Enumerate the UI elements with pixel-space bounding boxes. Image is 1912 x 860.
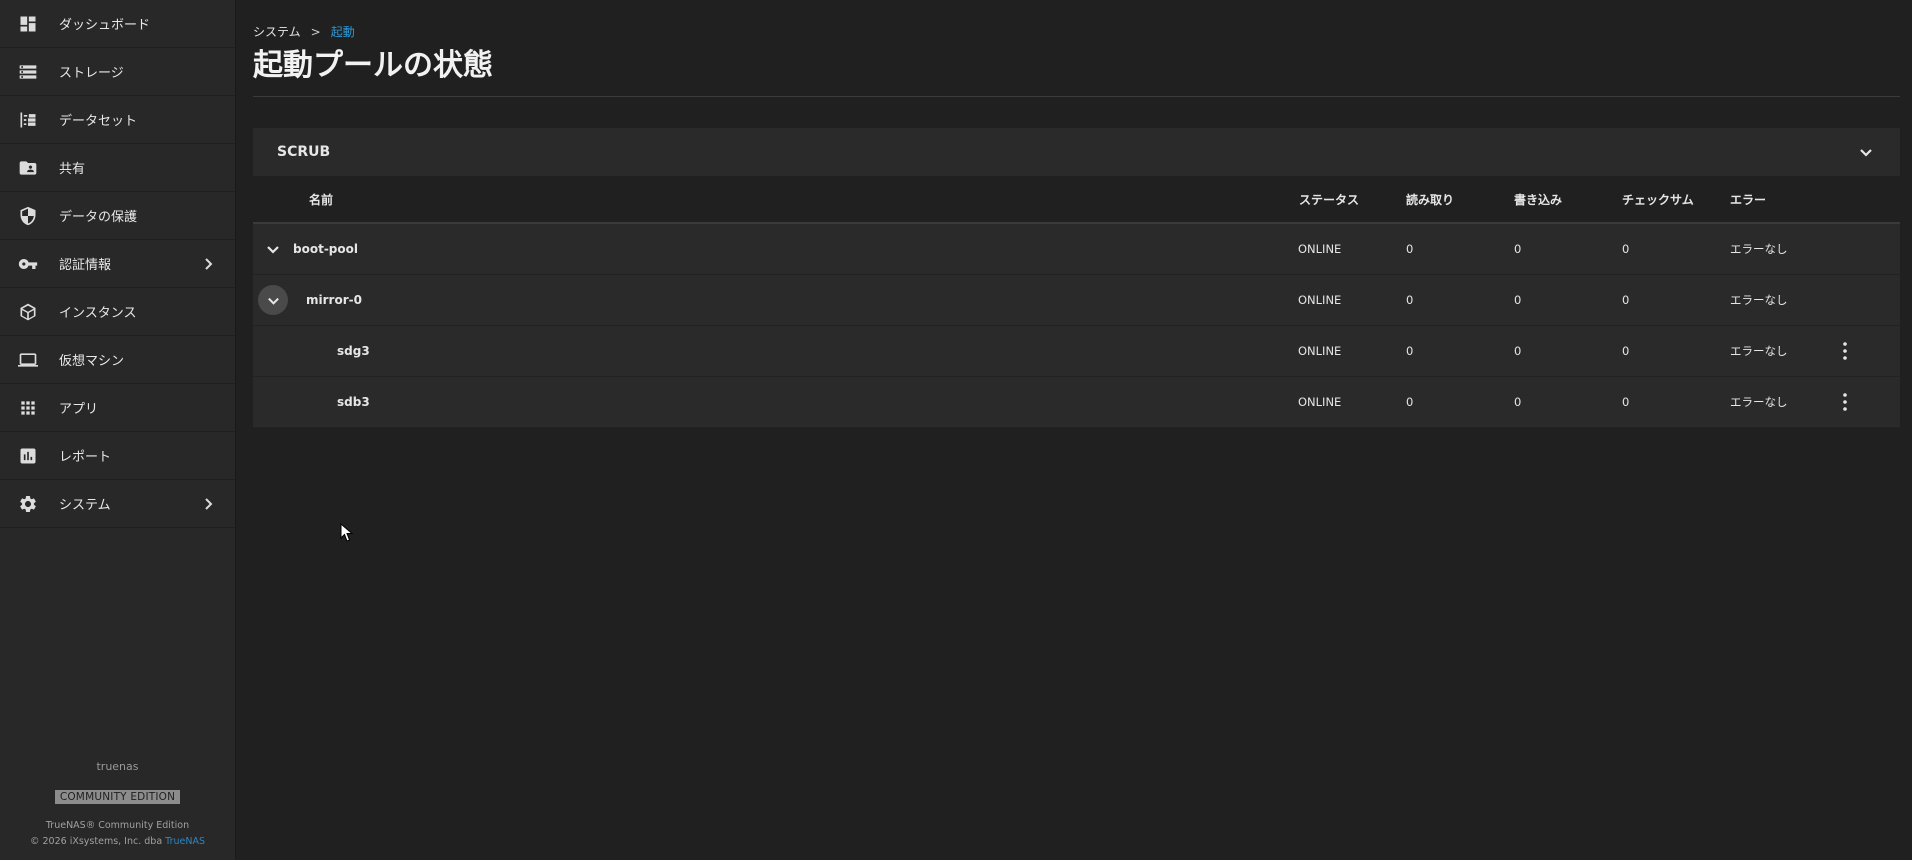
table-row[interactable]: mirror-0 ONLINE 0 0 0 エラーなし [253,275,1900,326]
chevron-down-icon[interactable] [265,241,281,257]
row-write: 0 [1514,242,1522,256]
chevron-right-icon [201,497,215,511]
row-read: 0 [1406,395,1414,409]
cube-icon [17,301,39,323]
row-name: sdg3 [337,344,370,358]
main-content: システム > 起動 起動プールの状態 SCRUB 名前 ステータス 読み取り 書… [237,0,1912,860]
apps-grid-icon [17,397,39,419]
breadcrumb-separator: > [310,24,321,39]
dashboard-icon [17,13,39,35]
breadcrumb-current[interactable]: 起動 [331,23,355,40]
row-checksum: 0 [1622,395,1630,409]
row-read: 0 [1406,344,1414,358]
table-row[interactable]: sdg3 ONLINE 0 0 0 エラーなし [253,326,1900,377]
sidebar-item-shares[interactable]: 共有 [0,144,235,192]
shield-icon [17,205,39,227]
copyright: © 2026 iXsystems, Inc. dba TrueNAS [0,834,235,850]
breadcrumb-parent[interactable]: システム [253,23,301,40]
row-read: 0 [1406,293,1414,307]
shares-icon [17,157,39,179]
title-divider [253,96,1900,97]
sidebar-item-label: システム [59,498,111,513]
sidebar-item-label: アプリ [59,402,99,417]
sidebar-item-label: 認証情報 [59,258,112,273]
breadcrumb: システム > 起動 [253,23,355,40]
row-write: 0 [1514,395,1522,409]
column-header-checksum: チェックサム [1622,192,1694,207]
sidebar-item-label: データの保護 [59,210,138,225]
chevron-down-icon[interactable] [1858,144,1874,160]
sidebar-item-label: データセット [59,114,138,129]
edition-badge: COMMUNITY EDITION [54,790,181,804]
page-title: 起動プールの状態 [253,48,493,83]
sidebar-item-reports[interactable]: レポート [0,432,235,480]
table-row[interactable]: boot-pool ONLINE 0 0 0 エラーなし [253,224,1900,275]
sidebar-item-label: インスタンス [59,306,137,321]
sidebar-item-instances[interactable]: インスタンス [0,288,235,336]
sidebar-item-label: ダッシュボード [59,18,151,33]
row-write: 0 [1514,293,1522,307]
boot-pool-table: 名前 ステータス 読み取り 書き込み チェックサム エラー boot-pool … [253,176,1900,428]
row-name-cell: boot-pool [265,241,358,257]
more-vert-icon[interactable] [1835,390,1855,414]
sidebar-item-label: 共有 [59,162,86,177]
sidebar-item-datasets[interactable]: データセット [0,96,235,144]
row-error: エラーなし [1730,344,1788,358]
table-row[interactable]: sdb3 ONLINE 0 0 0 エラーなし [253,377,1900,428]
copyright-text: © 2026 iXsystems, Inc. dba [29,836,166,847]
chevron-right-icon [201,257,215,271]
column-header-read: 読み取り [1406,192,1455,207]
row-name: sdb3 [337,395,370,409]
storage-icon [17,61,39,83]
row-status: ONLINE [1298,242,1342,256]
sidebar-item-apps[interactable]: アプリ [0,384,235,432]
datasets-icon [17,109,39,131]
sidebar-item-storage[interactable]: ストレージ [0,48,235,96]
sidebar-footer: truenas COMMUNITY EDITION TrueNAS® Commu… [0,760,235,850]
hostname: truenas [96,760,139,773]
table-header: 名前 ステータス 読み取り 書き込み チェックサム エラー [253,176,1900,224]
sidebar-item-credentials[interactable]: 認証情報 [0,240,235,288]
sidebar-item-virtual-machines[interactable]: 仮想マシン [0,336,235,384]
sidebar-item-label: ストレージ [59,66,124,81]
column-header-name: 名前 [309,192,334,207]
product-name: TrueNAS® Community Edition [45,820,190,831]
key-icon [17,253,39,275]
scrub-label: SCRUB [277,144,331,160]
row-error: エラーなし [1730,395,1788,409]
sidebar: ダッシュボード ストレージ データセット 共有 データの保護 認証情報 インスタ… [0,0,236,860]
row-checksum: 0 [1622,344,1630,358]
row-name: mirror-0 [306,293,362,307]
row-read: 0 [1406,242,1414,256]
column-header-write: 書き込み [1514,192,1563,207]
row-status: ONLINE [1298,395,1342,409]
row-status: ONLINE [1298,344,1342,358]
gear-icon [17,493,39,515]
sidebar-item-system[interactable]: システム [0,480,235,528]
more-vert-icon[interactable] [1835,339,1855,363]
sidebar-item-dashboard[interactable]: ダッシュボード [0,0,235,48]
mouse-cursor-icon [340,523,354,542]
column-header-status: ステータス [1299,192,1360,207]
row-name-cell: mirror-0 [258,285,362,315]
sidebar-nav: ダッシュボード ストレージ データセット 共有 データの保護 認証情報 インスタ… [0,0,235,528]
sidebar-item-label: レポート [59,450,112,465]
row-write: 0 [1514,344,1522,358]
truenas-link[interactable]: TrueNAS [165,836,205,847]
row-error: エラーなし [1730,242,1788,256]
row-status: ONLINE [1298,293,1342,307]
report-chart-icon [17,445,39,467]
sidebar-item-data-protection[interactable]: データの保護 [0,192,235,240]
scrub-panel-header[interactable]: SCRUB [253,128,1900,176]
laptop-icon [17,349,39,371]
column-header-error: エラー [1730,192,1767,207]
sidebar-item-label: 仮想マシン [59,354,125,369]
row-checksum: 0 [1622,242,1630,256]
row-checksum: 0 [1622,293,1630,307]
chevron-down-icon[interactable] [258,285,288,315]
row-error: エラーなし [1730,293,1788,307]
row-name: boot-pool [293,242,358,256]
